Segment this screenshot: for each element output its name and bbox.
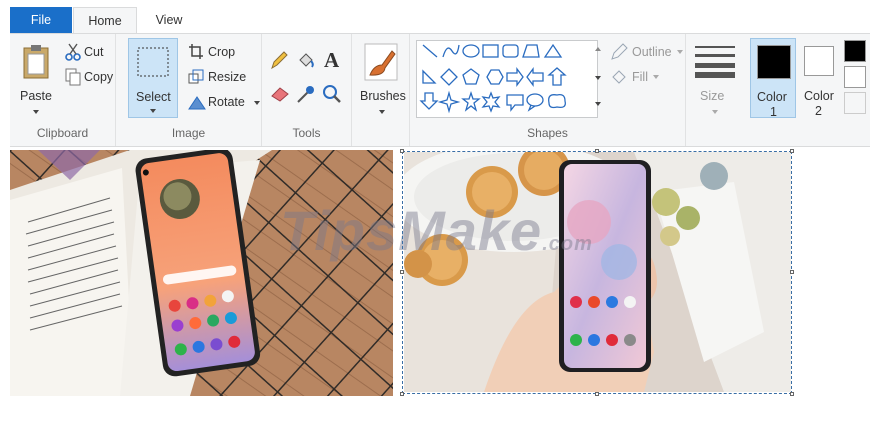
brush-icon <box>364 43 398 81</box>
resize-button[interactable]: Resize <box>186 67 256 87</box>
resize-handle-bottom-right[interactable] <box>790 392 794 396</box>
brushes-group: Brushes <box>352 34 410 146</box>
resize-handle-top-right[interactable] <box>790 149 794 153</box>
color1-swatch <box>757 45 791 79</box>
resize-icon <box>188 69 204 84</box>
ribbon: Paste Cut Copy Clipboard Select Crop Res… <box>10 33 870 147</box>
chevron-down-icon <box>254 101 260 105</box>
clipboard-group: Paste Cut Copy Clipboard <box>10 34 116 146</box>
crop-label: Crop <box>208 45 236 59</box>
chevron-down-icon <box>677 50 683 54</box>
rotate-label: Rotate <box>208 95 245 109</box>
size-label: Size <box>700 89 725 103</box>
cut-button[interactable]: Cut <box>62 42 114 62</box>
chevron-down-icon <box>595 76 601 80</box>
color2-button[interactable]: Color 2 <box>798 38 844 118</box>
color1-label: Color <box>757 90 787 104</box>
expand-gallery-icon <box>595 102 601 106</box>
color1-number: 1 <box>770 105 777 119</box>
fill-label: Fill <box>632 70 648 84</box>
paste-icon <box>23 45 49 79</box>
chevron-down-icon <box>33 110 39 114</box>
copy-icon <box>65 68 81 86</box>
outline-button[interactable]: Outline <box>610 42 684 62</box>
shapes-gallery-icons <box>419 43 567 114</box>
selection-marquee[interactable] <box>400 149 794 396</box>
shapes-group-label: Shapes <box>527 126 568 140</box>
cut-label: Cut <box>84 45 104 59</box>
text-icon[interactable]: A <box>322 48 342 70</box>
fill-button[interactable]: Fill <box>610 67 684 87</box>
selection-rectangle-icon <box>137 47 169 77</box>
line-size-icon <box>695 46 735 78</box>
photo-phone-on-book <box>10 150 393 396</box>
photo-left-illustration <box>10 150 393 396</box>
size-group: Size <box>686 34 744 146</box>
rotate-button[interactable]: Rotate <box>186 92 262 112</box>
scissors-icon <box>65 43 81 61</box>
magnifier-icon[interactable] <box>322 84 342 104</box>
paint-canvas[interactable]: TipsMake.com <box>10 149 870 438</box>
copy-button[interactable]: Copy <box>62 67 114 87</box>
shapes-gallery[interactable] <box>416 40 598 118</box>
pencil-icon[interactable] <box>270 50 288 70</box>
resize-handle-middle-left[interactable] <box>400 270 404 274</box>
shapes-scrollbar[interactable] <box>592 42 604 114</box>
palette-swatch-empty[interactable] <box>844 92 866 114</box>
chevron-down-icon <box>379 110 385 114</box>
select-label: Select <box>136 90 171 104</box>
chevron-down-icon <box>653 75 659 79</box>
tab-home[interactable]: Home <box>73 7 137 34</box>
chevron-up-icon <box>595 47 601 51</box>
color2-label: Color <box>804 89 834 103</box>
crop-icon <box>189 44 203 59</box>
palette-swatch-white[interactable] <box>844 66 866 88</box>
clipboard-group-label: Clipboard <box>36 126 89 140</box>
svg-text:A: A <box>324 48 340 70</box>
resize-label: Resize <box>208 70 247 84</box>
eraser-icon[interactable] <box>270 84 290 102</box>
tools-group-label: Tools <box>292 126 321 140</box>
resize-handle-top-left[interactable] <box>400 149 404 153</box>
outline-label: Outline <box>632 45 672 59</box>
chevron-down-icon <box>712 110 718 114</box>
chevron-down-icon <box>150 109 156 113</box>
brushes-button[interactable]: Brushes <box>356 38 406 118</box>
color1-button[interactable]: Color 1 <box>750 38 796 119</box>
size-button[interactable]: Size <box>690 38 740 118</box>
resize-handle-top-middle[interactable] <box>595 149 599 153</box>
resize-handle-bottom-middle[interactable] <box>595 392 599 396</box>
ribbon-tab-bar: File Home View <box>0 0 870 34</box>
image-group-label: Image <box>171 126 206 140</box>
fill-icon <box>612 70 626 84</box>
palette-swatch-black[interactable] <box>844 40 866 62</box>
paste-button[interactable]: Paste <box>14 38 58 118</box>
tab-view[interactable]: View <box>141 7 197 34</box>
resize-handle-middle-right[interactable] <box>790 270 794 274</box>
resize-handle-bottom-left[interactable] <box>400 392 404 396</box>
tools-group: A Tools <box>262 34 352 146</box>
image-group: Select Crop Resize Rotate Image <box>116 34 262 146</box>
color-picker-icon[interactable] <box>296 84 316 104</box>
crop-button[interactable]: Crop <box>186 42 256 62</box>
copy-label: Copy <box>84 70 114 84</box>
tab-file[interactable]: File <box>10 7 72 34</box>
outline-icon <box>611 43 628 60</box>
fill-bucket-icon[interactable] <box>296 50 316 70</box>
shapes-group: Outline Fill Shapes <box>410 34 686 146</box>
color2-number: 2 <box>815 104 822 118</box>
color2-swatch <box>804 46 834 76</box>
select-button[interactable]: Select <box>128 38 178 118</box>
brushes-label: Brushes <box>360 89 406 103</box>
rotate-icon <box>188 96 206 110</box>
paste-label: Paste <box>20 89 52 103</box>
